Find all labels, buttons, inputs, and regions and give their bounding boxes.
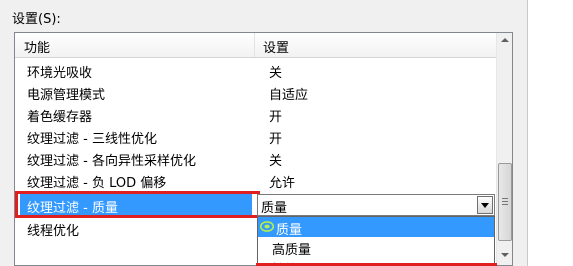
grip-line [502,198,508,199]
column-separator[interactable] [254,33,255,57]
vertical-scrollbar[interactable] [496,33,512,265]
feature-name: 纹理过滤 - 三线性优化 [27,132,157,147]
scroll-thumb[interactable] [498,163,512,241]
settings-list[interactable]: 功能 设置 环境光吸收 关 电源管理模式 自适应 着色缓存器 开 纹理过滤 - … [14,32,513,266]
feature-name: 电源管理模式 [27,88,106,103]
settings-label: 设置(S): [12,12,61,27]
feature-value: 开 [269,132,283,147]
table-row[interactable]: 电源管理模式 自适应 [15,81,496,103]
table-row[interactable]: 纹理过滤 - 三线性优化 开 [15,125,496,147]
list-header: 功能 设置 [15,33,496,58]
annotation-box [15,191,260,218]
feature-value: 开 [269,110,283,125]
table-row-selected[interactable]: 纹理过滤 - 质量 质量 质量 高质量 [15,191,496,265]
window-edge [527,0,528,266]
arrow-down-icon[interactable] [497,247,512,264]
arrow-up-icon[interactable] [497,33,512,50]
column-header-setting[interactable]: 设置 [263,37,289,56]
feature-value: 允许 [269,176,296,191]
feature-value: 关 [269,66,283,81]
grip-line [502,201,508,202]
feature-name: 纹理过滤 - 各向异性采样优化 [27,154,196,169]
feature-name: 线程优化 [27,224,80,239]
feature-name: 纹理过滤 - 负 LOD 偏移 [27,176,167,191]
quality-select[interactable]: 质量 [257,194,495,216]
feature-name: 环境光吸收 [27,66,93,81]
table-row[interactable]: 纹理过滤 - 各向异性采样优化 关 [15,147,496,169]
table-row[interactable]: 线程优化 [15,217,496,239]
feature-value: 自适应 [269,88,309,103]
chevron-down-icon[interactable] [477,196,493,214]
table-row[interactable]: 环境光吸收 关 [15,59,496,81]
select-value: 质量 [261,201,288,216]
feature-value: 关 [269,154,283,169]
grip-line [502,204,508,205]
table-row[interactable]: 纹理过滤 - 负 LOD 偏移 允许 [15,169,496,191]
settings-panel: 设置(S): 功能 设置 环境光吸收 关 电源管理模式 自适应 着色缓存器 开 … [0,0,528,266]
option-label: 高质量 [272,243,312,258]
dropdown-option[interactable]: 高质量 [258,237,494,258]
column-header-feature[interactable]: 功能 [24,37,50,56]
feature-name: 着色缓存器 [27,110,93,125]
table-row[interactable]: 着色缓存器 开 [15,103,496,125]
